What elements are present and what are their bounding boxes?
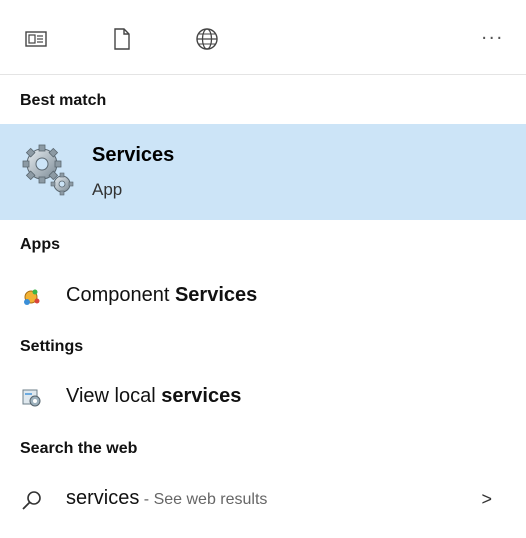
search-toolbar: ... (0, 0, 526, 75)
result-label: View local services (66, 385, 242, 407)
best-match-result[interactable]: Services App (0, 124, 526, 220)
section-settings: Settings (20, 338, 84, 355)
section-search-web: Search the web (20, 440, 138, 457)
section-apps: Apps (20, 236, 60, 253)
all-tab-icon[interactable] (22, 25, 50, 53)
result-component-services[interactable]: Component Services (0, 273, 526, 321)
component-services-icon (20, 285, 44, 309)
result-web-search[interactable]: services - See web results > (0, 476, 526, 524)
best-match-subtitle: App (92, 180, 123, 199)
result-label: services - See web results (66, 487, 268, 509)
section-best-match: Best match (20, 92, 107, 109)
search-icon (20, 488, 44, 512)
globe-icon[interactable] (193, 25, 221, 53)
services-gears-icon (20, 142, 76, 198)
chevron-right-icon[interactable]: > (481, 489, 492, 510)
best-match-title: Services (92, 144, 175, 166)
local-services-icon (20, 386, 44, 410)
result-view-local-services[interactable]: View local services (0, 374, 526, 422)
more-options-button[interactable]: ... (481, 22, 504, 45)
document-icon[interactable] (108, 25, 136, 53)
result-label: Component Services (66, 284, 258, 306)
